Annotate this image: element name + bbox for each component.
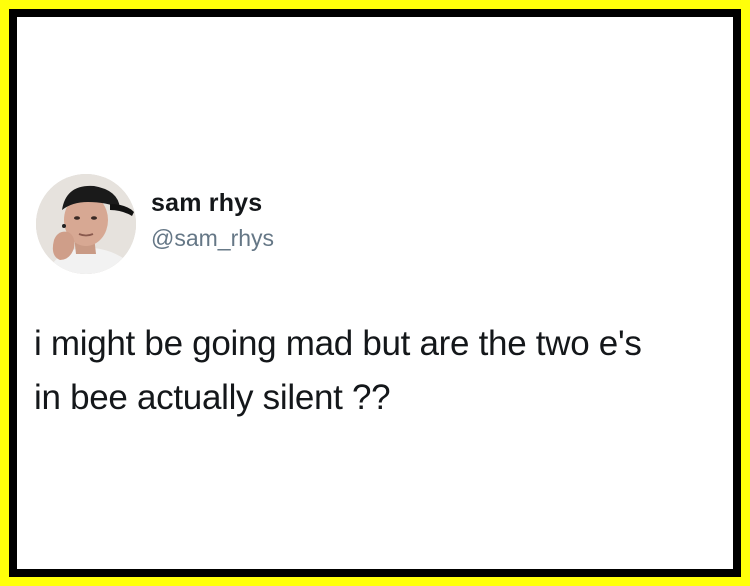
avatar-illustration [36,174,136,274]
tweet-text-line: i might be going mad but are the two e's [34,324,642,363]
author-handle[interactable]: @sam_rhys [151,225,274,252]
profile-photo-icon[interactable] [36,174,136,274]
author-display-name[interactable]: sam rhys [151,189,262,218]
tweet-text: i might be going mad but are the two e's… [34,317,724,425]
tweet-card: sam rhys @sam_rhys i might be going mad … [17,17,733,569]
tweet-text-line: in bee actually silent ?? [34,378,391,417]
